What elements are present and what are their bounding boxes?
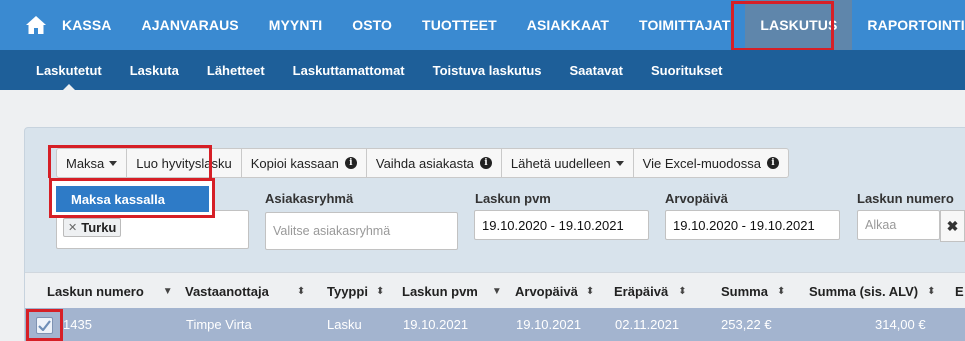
vie-excel-button[interactable]: Vie Excel-muodossa i [632, 148, 789, 178]
info-icon: i [766, 157, 779, 169]
asiakasryhma-select[interactable]: Valitse asiakasryhmä [265, 212, 458, 250]
sort-icon: ⬍ [375, 285, 385, 297]
maksa-dropdown-menu: Maksa kassalla [49, 178, 215, 218]
sub-navigation: Laskutetut Laskuta Lähetteet Laskuttamat… [0, 50, 965, 91]
checkmark-icon [38, 319, 51, 331]
laskun-numero-input[interactable]: Alkaa [857, 210, 940, 240]
col-label: E [955, 283, 964, 299]
sort-down-icon: ▼ [491, 285, 502, 297]
nav-raportointi[interactable]: RAPORTOINTI [852, 0, 965, 50]
sort-icon: ⬍ [296, 285, 306, 297]
col-laskun-pvm[interactable]: Laskun pvm ▼ [402, 273, 502, 309]
sort-icon: ⬍ [776, 285, 786, 297]
vie-excel-label: Vie Excel-muodossa [642, 155, 761, 171]
subnav-saatavat[interactable]: Saatavat [555, 50, 636, 90]
nav-kassa[interactable]: KASSA [47, 0, 127, 50]
subnav-laskuta[interactable]: Laskuta [116, 50, 193, 90]
nav-tuotteet[interactable]: TUOTTEET [407, 0, 512, 50]
cell-summa-alv: 314,00 € [875, 317, 926, 332]
nav-toimittajat[interactable]: TOIMITTAJAT [624, 0, 745, 50]
laheta-uudelleen-label: Lähetä uudelleen [510, 155, 611, 171]
sort-icon: ⬍ [585, 285, 595, 297]
info-icon: i [479, 157, 492, 169]
remove-tag-icon[interactable]: ✕ [68, 221, 77, 234]
col-label: Summa [721, 283, 768, 299]
laskutus-highlight [731, 1, 834, 51]
col-label: Eräpäivä [614, 283, 669, 299]
kopioi-kassaan-button[interactable]: Kopioi kassaan i [240, 148, 367, 178]
col-label: Laskun numero [47, 283, 144, 299]
col-summa[interactable]: Summa ⬍ [721, 273, 785, 309]
row-checkbox-highlight [26, 309, 63, 341]
filter-tag-label: Turku [81, 220, 117, 235]
col-label: Laskun pvm [402, 283, 478, 299]
laskun-pvm-label: Laskun pvm [475, 191, 551, 206]
cell-tyyppi: Lasku [327, 317, 362, 332]
kopioi-kassaan-label: Kopioi kassaan [250, 155, 339, 171]
col-vastaanottaja[interactable]: Vastaanottaja ⬍ [185, 273, 305, 309]
sort-icon: ⬍ [927, 285, 936, 297]
cell-laskun-pvm: 19.10.2021 [403, 317, 469, 332]
arvopaiva-label: Arvopäivä [665, 191, 728, 206]
cell-summa: 253,22 € [721, 317, 772, 332]
nav-osto[interactable]: OSTO [337, 0, 407, 50]
table-row[interactable]: 1435 Timpe Virta Lasku 19.10.2021 19.10.… [25, 308, 965, 341]
laheta-uudelleen-button[interactable]: Lähetä uudelleen [500, 148, 634, 178]
vaihda-asiakasta-button[interactable]: Vaihda asiakasta i [365, 148, 502, 178]
subnav-laskuttamattomat[interactable]: Laskuttamattomat [279, 50, 419, 90]
info-icon: i [344, 157, 357, 169]
subnav-laskutetut[interactable]: Laskutetut [22, 50, 116, 91]
table-header: Laskun numero ▼ Vastaanottaja ⬍ Tyyppi ⬍ La… [25, 272, 965, 308]
col-label: Arvopäivä [515, 283, 578, 299]
col-summa-alv[interactable]: Summa (sis. ALV) ⬍ [809, 273, 935, 309]
filter-tag[interactable]: ✕ Turku [63, 218, 122, 237]
sort-icon: ⬍ [678, 285, 687, 297]
laskun-pvm-input[interactable]: 19.10.2020 - 19.10.2021 [474, 210, 649, 240]
arvopaiva-input[interactable]: 19.10.2020 - 19.10.2021 [665, 210, 840, 240]
vaihda-asiakasta-label: Vaihda asiakasta [375, 155, 474, 171]
home-icon[interactable] [25, 0, 47, 50]
nav-asiakkaat[interactable]: ASIAKKAAT [512, 0, 624, 50]
subnav-toistuva-laskutus[interactable]: Toistuva laskutus [419, 50, 556, 90]
laskun-numero-label: Laskun numero [857, 191, 954, 206]
cell-arvopaiva: 19.10.2021 [516, 317, 582, 332]
col-label: Vastaanottaja [185, 283, 269, 299]
col-tyyppi[interactable]: Tyyppi ⬍ [327, 273, 384, 309]
clear-icon[interactable]: ✖ [940, 210, 965, 242]
nav-myynti[interactable]: MYYNTI [254, 0, 338, 50]
cell-vastaanottaja: Timpe Virta [186, 317, 252, 332]
col-label: Summa (sis. ALV) [809, 283, 919, 299]
col-laskun-numero[interactable]: Laskun numero ▼ [47, 273, 173, 309]
col-erapaiva[interactable]: Eräpäivä ⬍ [614, 273, 687, 309]
caret-down-icon [615, 160, 624, 166]
maksa-kassalla-option[interactable]: Maksa kassalla [56, 186, 209, 212]
maksa-highlight [48, 145, 212, 178]
asiakasryhma-label: Asiakasryhmä [265, 191, 354, 206]
col-arvopaiva[interactable]: Arvopäivä ⬍ [515, 273, 594, 309]
col-label: Tyyppi [327, 283, 368, 299]
sort-down-icon: ▼ [162, 285, 173, 297]
col-e[interactable]: E [955, 273, 964, 309]
subnav-lahetteet[interactable]: Lähetteet [193, 50, 279, 90]
cell-laskun-numero: 1435 [63, 317, 92, 332]
subnav-suoritukset[interactable]: Suoritukset [637, 50, 737, 90]
row-checkbox[interactable] [36, 316, 53, 334]
cell-erapaiva: 02.11.2021 [615, 317, 680, 332]
nav-ajanvaraus[interactable]: AJANVARAUS [127, 0, 254, 50]
